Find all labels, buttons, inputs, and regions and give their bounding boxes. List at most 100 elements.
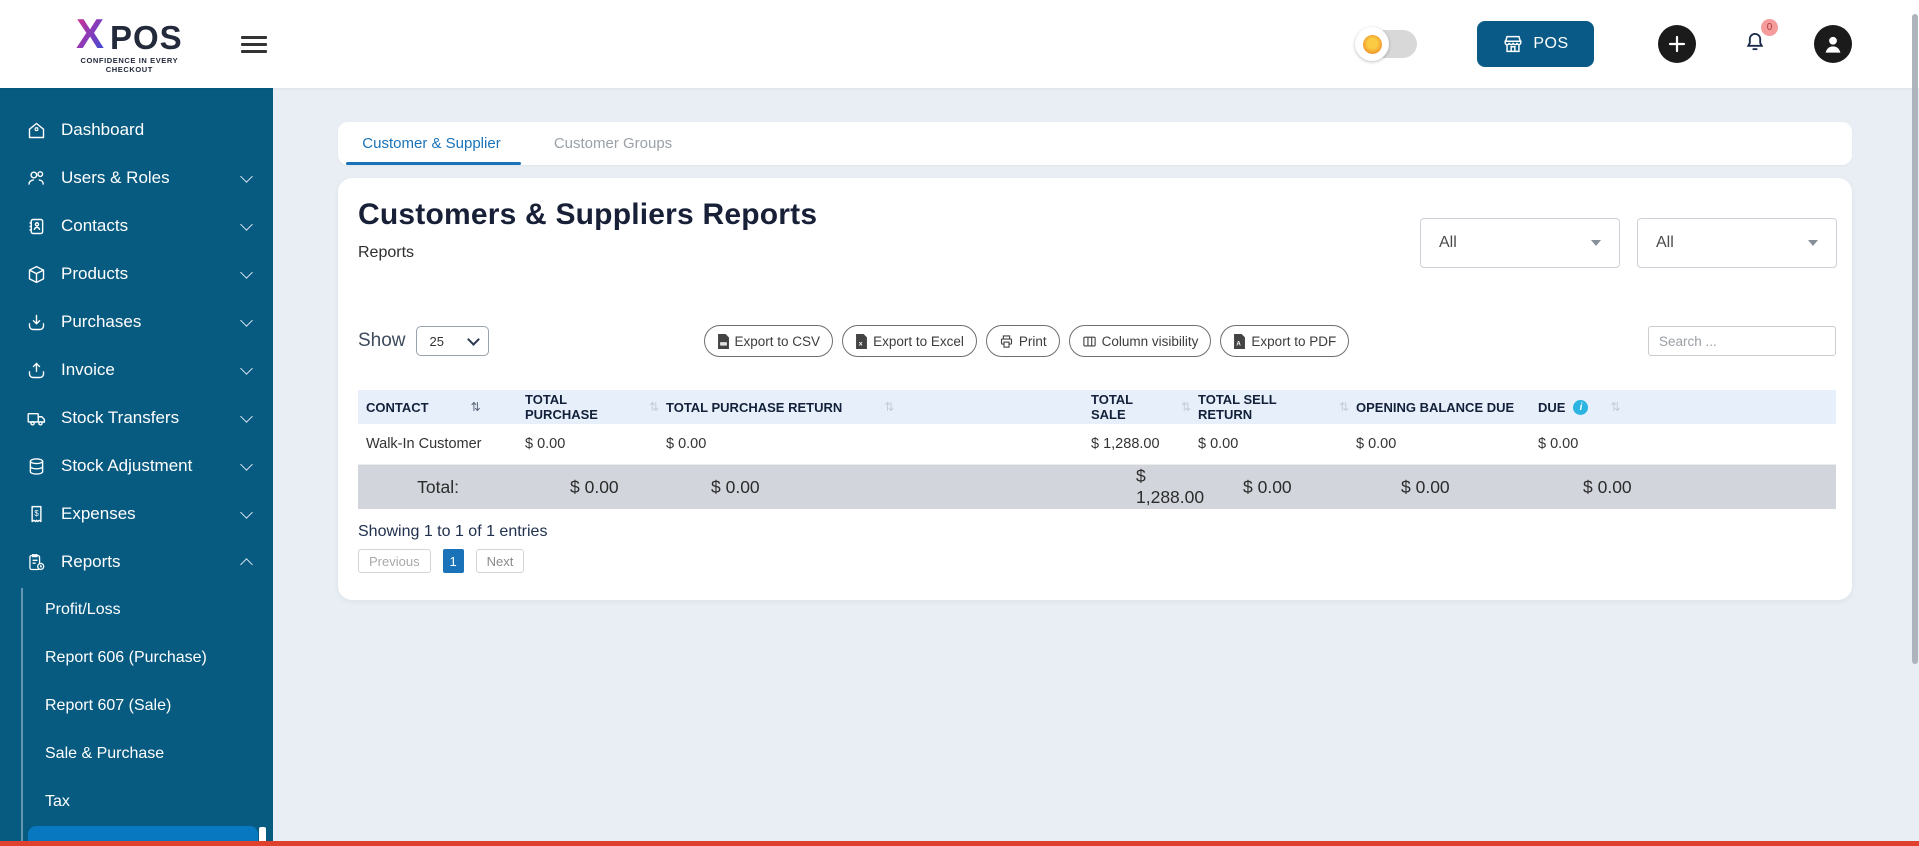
- excel-file-icon: x: [855, 334, 868, 349]
- export-pdf-button[interactable]: A Export to PDF: [1220, 325, 1349, 357]
- chevron-up-icon: [240, 558, 253, 571]
- button-label: Print: [1019, 334, 1047, 349]
- pdf-file-icon: A: [1233, 334, 1246, 349]
- search-input[interactable]: [1648, 326, 1836, 356]
- sidebar-item-stock-transfers[interactable]: Stock Transfers: [0, 394, 273, 442]
- table-cell: $ 0.00: [1348, 424, 1530, 465]
- sidebar-item-stock-adjustment[interactable]: Stock Adjustment: [0, 442, 273, 490]
- theme-toggle[interactable]: [1357, 30, 1417, 58]
- sidebar-subitem-profit-loss[interactable]: Profit/Loss: [0, 586, 273, 634]
- chevron-down-icon: [240, 266, 253, 279]
- column-header-total-purchase[interactable]: TOTAL PURCHASE⇅: [517, 390, 658, 424]
- subitem-label: Report 606 (Purchase): [45, 649, 207, 667]
- sidebar-item-contacts[interactable]: Contacts: [0, 202, 273, 250]
- page-size-select[interactable]: 25: [416, 326, 489, 356]
- info-icon[interactable]: i: [1573, 400, 1588, 415]
- svg-text:x: x: [859, 340, 863, 347]
- sidebar-item-label: Dashboard: [61, 120, 144, 140]
- export-excel-button[interactable]: x Export to Excel: [842, 325, 977, 357]
- sidebar-item-users-roles[interactable]: Users & Roles: [0, 154, 273, 202]
- previous-page-button[interactable]: Previous: [358, 549, 431, 573]
- table-row: Walk-In Customer $ 0.00 $ 0.00 $ 1,288.0…: [358, 424, 1836, 465]
- column-header-total-sale[interactable]: TOTAL SALE⇅: [1083, 390, 1190, 424]
- show-label: Show: [358, 330, 406, 352]
- sidebar-item-invoice[interactable]: Invoice: [0, 346, 273, 394]
- sidebar-item-label: Stock Transfers: [61, 408, 179, 428]
- table-cell: $ 1,288.00: [1083, 424, 1190, 465]
- page-scrollbar[interactable]: [1912, 14, 1918, 664]
- sun-icon: [1363, 35, 1382, 54]
- next-page-button[interactable]: Next: [476, 549, 525, 573]
- svg-text:$: $: [34, 508, 39, 517]
- database-icon: [26, 456, 47, 477]
- column-header-total-sell-return[interactable]: TOTAL SELL RETURN⇅: [1190, 390, 1348, 424]
- arrow-down-tray-icon: [26, 312, 47, 333]
- menu-icon[interactable]: [241, 36, 267, 53]
- sidebar-subitem-report-607[interactable]: Report 607 (Sale): [0, 682, 273, 730]
- column-visibility-button[interactable]: Column visibility: [1069, 325, 1212, 357]
- svg-text:X: X: [76, 14, 104, 54]
- receipt-icon: $: [26, 504, 47, 525]
- sidebar-item-purchases[interactable]: Purchases: [0, 298, 273, 346]
- sort-icon[interactable]: ⇅: [884, 400, 893, 414]
- user-avatar[interactable]: [1814, 25, 1852, 63]
- sidebar-item-reports[interactable]: Reports: [0, 538, 273, 586]
- table-container: CONTACT⇅ TOTAL PURCHASE⇅ TOTAL PURCHASE …: [358, 390, 1836, 509]
- chevron-down-icon: [240, 314, 253, 327]
- column-header-due[interactable]: DUEi⇅: [1530, 390, 1836, 424]
- filter-dropdown-1[interactable]: All: [1420, 218, 1620, 268]
- chevron-down-icon: [240, 362, 253, 375]
- sort-icon[interactable]: ⇅: [1181, 400, 1190, 414]
- chevron-down-icon: [240, 458, 253, 471]
- person-icon: [1820, 31, 1846, 57]
- chevron-down-icon: [240, 218, 253, 231]
- columns-icon: [1082, 334, 1097, 349]
- current-page-button[interactable]: 1: [443, 549, 464, 573]
- logo-tagline: CONFIDENCE IN EVERY CHECKOUT: [80, 56, 178, 75]
- column-header-total-purchase-return[interactable]: TOTAL PURCHASE RETURN⇅: [658, 390, 1083, 424]
- dropdown-value: All: [1656, 234, 1674, 252]
- print-button[interactable]: Print: [986, 325, 1060, 357]
- total-cell: $ 1,288.00: [1083, 465, 1190, 510]
- chevron-down-icon: [467, 333, 480, 346]
- column-header-contact[interactable]: CONTACT⇅: [358, 390, 517, 424]
- table-toolbar: Show 25 Export to CSV x Export to Excel …: [358, 323, 1836, 359]
- tab-customer-groups[interactable]: Customer Groups: [525, 122, 701, 165]
- column-header-opening-balance-due[interactable]: OPENING BALANCE DUE: [1348, 390, 1530, 424]
- tab-customer-supplier[interactable]: Customer & Supplier: [338, 122, 525, 165]
- sort-icon[interactable]: ⇅: [1339, 400, 1348, 414]
- pos-button[interactable]: POS: [1477, 21, 1594, 67]
- home-icon: [26, 120, 47, 141]
- sidebar-subitem-sale-purchase[interactable]: Sale & Purchase: [0, 730, 273, 778]
- sidebar-item-products[interactable]: Products: [0, 250, 273, 298]
- table-cell: $ 0.00: [1530, 424, 1836, 465]
- table-total-row: Total: $ 0.00 $ 0.00 $ 1,288.00 $ 0.00 $…: [358, 465, 1836, 510]
- sort-icon[interactable]: ⇅: [1610, 400, 1619, 414]
- total-cell: $ 0.00: [658, 465, 1083, 510]
- address-book-icon: [26, 216, 47, 237]
- table-header-row: CONTACT⇅ TOTAL PURCHASE⇅ TOTAL PURCHASE …: [358, 390, 1836, 424]
- subitem-label: Tax: [45, 793, 70, 811]
- sort-icon[interactable]: ⇅: [649, 400, 658, 414]
- report-card: Customers & Suppliers Reports Reports Al…: [338, 178, 1852, 600]
- sidebar-item-dashboard[interactable]: Dashboard: [0, 106, 273, 154]
- sidebar-subitem-report-606[interactable]: Report 606 (Purchase): [0, 634, 273, 682]
- logo-brand-text: POS: [110, 21, 183, 54]
- sidebar-item-expenses[interactable]: $ Expenses: [0, 490, 273, 538]
- button-label: Export to PDF: [1251, 334, 1336, 349]
- add-button[interactable]: [1658, 25, 1696, 63]
- sort-icon[interactable]: ⇅: [471, 400, 480, 414]
- sidebar-item-label: Expenses: [61, 504, 136, 524]
- dropdown-value: All: [1439, 234, 1457, 252]
- notifications-button[interactable]: 0: [1742, 29, 1768, 60]
- sidebar-subitem-tax[interactable]: Tax: [0, 778, 273, 826]
- button-label: Export to CSV: [735, 334, 821, 349]
- xpos-logo: X POS CONFIDENCE IN EVERY CHECKOUT: [76, 14, 183, 75]
- total-cell: $ 0.00: [1190, 465, 1348, 510]
- table-cell: Walk-In Customer: [358, 424, 517, 465]
- filter-controls: All All: [1420, 218, 1837, 268]
- filter-dropdown-2[interactable]: All: [1637, 218, 1837, 268]
- notification-badge: 0: [1761, 19, 1778, 36]
- top-bar: X POS CONFIDENCE IN EVERY CHECKOUT POS 0: [0, 0, 1919, 88]
- export-csv-button[interactable]: Export to CSV: [704, 325, 834, 357]
